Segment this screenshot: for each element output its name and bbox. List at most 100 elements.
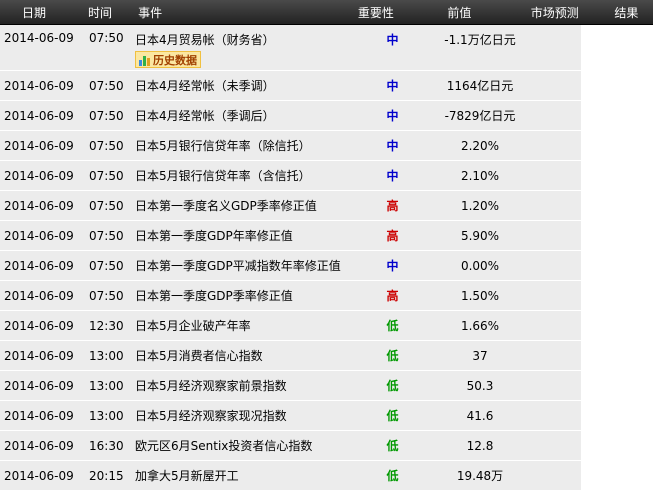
cell-importance-text: 低 (386, 379, 399, 393)
cell-time-text: 07:50 (89, 78, 124, 93)
cell-forecast (533, 161, 581, 190)
table-row[interactable]: 2014-06-09 13:00 日本5月消费者信心指数 低 37 (0, 341, 653, 371)
cell-time-text: 07:50 (89, 31, 124, 45)
cell-previous-text: 37 (472, 348, 488, 363)
cell-event-text: 日本第一季度GDP年率修正值 (135, 229, 293, 243)
header-forecast: 市场预测 (530, 5, 579, 20)
cell-importance: 高 (358, 191, 423, 220)
cell-importance-text: 高 (386, 229, 399, 243)
cell-importance-text: 低 (386, 319, 399, 333)
cell-date: 2014-06-09 (0, 341, 85, 370)
cell-event: 欧元区6月Sentix投资者信心指数 (131, 431, 358, 460)
cell-event: 日本第一季度GDP季率修正值 (131, 281, 358, 310)
cell-previous-text: 50.3 (466, 378, 494, 393)
table-row[interactable]: 2014-06-09 07:50 日本5月银行信贷年率（除信托） 中 2.20% (0, 131, 653, 161)
cell-importance: 中 (358, 161, 423, 190)
cell-time-text: 07:50 (89, 258, 124, 273)
table-row[interactable]: 2014-06-09 13:00 日本5月经济观察家前景指数 低 50.3 (0, 371, 653, 401)
cell-importance-text: 低 (386, 469, 399, 483)
cell-event: 日本第一季度GDP平减指数年率修正值 (131, 251, 358, 280)
header-event: 事件 (138, 5, 163, 20)
cell-event: 日本5月银行信贷年率（含信托） (131, 161, 358, 190)
history-data-button[interactable]: 历史数据 (135, 51, 201, 68)
cell-date: 2014-06-09 (0, 461, 85, 490)
table-row[interactable]: 2014-06-09 07:50 日本第一季度GDP季率修正值 高 1.50% (0, 281, 653, 311)
cell-importance-text: 高 (386, 289, 399, 303)
cell-previous-text: 1.50% (460, 288, 500, 303)
cell-event-text: 日本5月消费者信心指数 (135, 349, 263, 363)
cell-time: 12:30 (85, 311, 131, 340)
cell-forecast (533, 71, 581, 100)
table-row[interactable]: 2014-06-09 16:30 欧元区6月Sentix投资者信心指数 低 12.8 (0, 431, 653, 461)
cell-time-text: 07:50 (89, 228, 124, 243)
cell-event-text: 日本5月银行信贷年率（除信托） (135, 139, 311, 153)
table-row[interactable]: 2014-06-09 07:50 日本第一季度GDP年率修正值 高 5.90% (0, 221, 653, 251)
cell-time-text: 07:50 (89, 108, 124, 123)
cell-event-text: 日本5月银行信贷年率（含信托） (135, 169, 311, 183)
cell-previous-text: -1.1万亿日元 (444, 33, 516, 47)
cell-event-text: 日本第一季度GDP平减指数年率修正值 (135, 259, 341, 273)
cell-previous-text: 1.20% (460, 198, 500, 213)
cell-event: 日本第一季度名义GDP季率修正值 (131, 191, 358, 220)
cell-time: 07:50 (85, 281, 131, 310)
table-row[interactable]: 2014-06-09 07:50 日本第一季度名义GDP季率修正值 高 1.20% (0, 191, 653, 221)
cell-date-text: 2014-06-09 (4, 228, 74, 243)
cell-event: 日本第一季度GDP年率修正值 (131, 221, 358, 250)
table-row[interactable]: 2014-06-09 07:50 日本4月贸易帐（财务省） 历史数据 中 -1.1万亿日元 (0, 25, 653, 71)
cell-importance: 中 (358, 71, 423, 100)
table-row[interactable]: 2014-06-09 12:30 日本5月企业破产年率 低 1.66% (0, 311, 653, 341)
cell-date: 2014-06-09 (0, 311, 85, 340)
cell-previous: 1164亿日元 (423, 71, 533, 100)
cell-previous: -7829亿日元 (423, 101, 533, 130)
table-row[interactable]: 2014-06-09 07:50 日本4月经常帐（未季调） 中 1164亿日元 (0, 71, 653, 101)
cell-importance-text: 低 (386, 409, 399, 423)
cell-time: 20:15 (85, 461, 131, 490)
cell-importance-text: 中 (386, 259, 399, 273)
table-row[interactable]: 2014-06-09 20:15 加拿大5月新屋开工 低 19.48万 (0, 461, 653, 491)
table-row[interactable]: 2014-06-09 07:50 日本第一季度GDP平减指数年率修正值 中 0.00% (0, 251, 653, 281)
cell-date: 2014-06-09 (0, 25, 85, 70)
cell-forecast (533, 371, 581, 400)
cell-forecast (533, 131, 581, 160)
cell-importance-text: 中 (386, 139, 399, 153)
cell-time-text: 13:00 (89, 408, 124, 423)
cell-previous: 37 (423, 341, 533, 370)
cell-forecast (533, 341, 581, 370)
cell-event-text: 日本4月贸易帐（财务省） (135, 33, 275, 47)
cell-forecast (533, 461, 581, 490)
cell-importance: 中 (358, 101, 423, 130)
cell-previous: 19.48万 (423, 461, 533, 490)
header-previous: 前值 (447, 5, 472, 20)
table-row[interactable]: 2014-06-09 07:50 日本4月经常帐（季调后） 中 -7829亿日元 (0, 101, 653, 131)
cell-importance: 低 (358, 401, 423, 430)
cell-previous-text: 1.66% (460, 318, 500, 333)
cell-date: 2014-06-09 (0, 371, 85, 400)
cell-importance: 低 (358, 311, 423, 340)
cell-previous: 5.90% (423, 221, 533, 250)
table-row[interactable]: 2014-06-09 13:00 日本5月经济观察家现况指数 低 41.6 (0, 401, 653, 431)
cell-date-text: 2014-06-09 (4, 348, 74, 363)
cell-importance: 中 (358, 25, 423, 70)
cell-previous-text: 2.20% (460, 138, 500, 153)
cell-event-text: 日本5月经济观察家现况指数 (135, 409, 287, 423)
cell-importance: 中 (358, 251, 423, 280)
cell-time-text: 13:00 (89, 348, 124, 363)
cell-time: 07:50 (85, 71, 131, 100)
cell-importance: 低 (358, 461, 423, 490)
cell-forecast (533, 25, 581, 70)
cell-event-text: 日本4月经常帐（未季调） (135, 79, 275, 93)
table-row[interactable]: 2014-06-09 07:50 日本5月银行信贷年率（含信托） 中 2.10% (0, 161, 653, 191)
cell-previous-text: 2.10% (460, 168, 500, 183)
cell-importance-text: 中 (386, 109, 399, 123)
cell-event: 加拿大5月新屋开工 (131, 461, 358, 490)
cell-time: 16:30 (85, 431, 131, 460)
cell-importance-text: 高 (386, 199, 399, 213)
cell-time-text: 12:30 (89, 318, 124, 333)
cell-time: 07:50 (85, 251, 131, 280)
cell-importance: 高 (358, 221, 423, 250)
history-data-label: 历史数据 (153, 53, 197, 67)
cell-forecast (533, 431, 581, 460)
cell-date: 2014-06-09 (0, 281, 85, 310)
cell-date-text: 2014-06-09 (4, 378, 74, 393)
cell-date-text: 2014-06-09 (4, 288, 74, 303)
